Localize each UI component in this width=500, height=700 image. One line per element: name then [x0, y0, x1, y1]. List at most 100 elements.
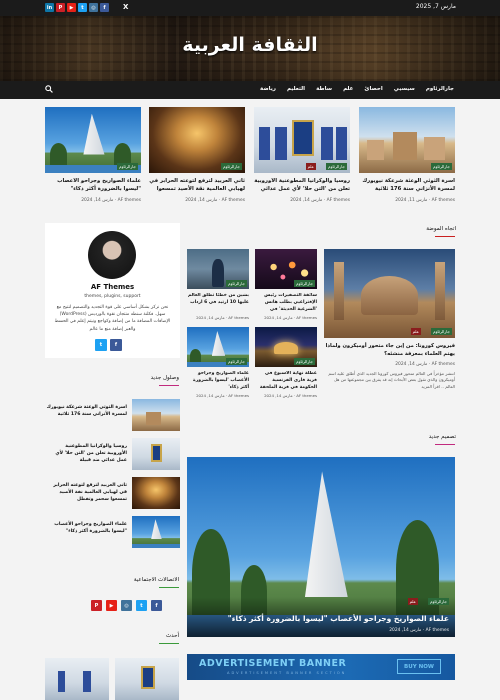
- twitter-icon[interactable]: t: [78, 3, 87, 12]
- grid-post[interactable]: جارالرئاوم علماء الصواريخ وجراحو الأعصاب…: [187, 327, 249, 398]
- nav-item[interactable]: التعليم: [287, 86, 305, 92]
- post-image[interactable]: [132, 477, 180, 509]
- post-meta: AF themes · مارس 14, 2024: [264, 393, 317, 398]
- nav-menu: جارالرئاوم سيسيي احصائ علم ساطة التعليم …: [260, 86, 454, 92]
- list-item[interactable]: ثاني العربيد لترفع لتوعته الحرابر في لهي…: [45, 477, 180, 509]
- hero-post[interactable]: جارالرئاوم علم علماء الصواريخ وجراحو الأ…: [187, 457, 455, 637]
- list-item[interactable]: علماء الصواريخ وجراحو الأعصاب "ليسوا بال…: [45, 516, 180, 548]
- post-meta: AF themes · مارس 14, 2024: [185, 198, 245, 203]
- facebook-icon[interactable]: f: [100, 3, 109, 12]
- grid-post[interactable]: جارالرئاوم عطلة نهاية الاسبوع في قرية قا…: [255, 327, 317, 398]
- category-badge[interactable]: جارالرئاوم: [226, 280, 247, 287]
- post-meta: AF themes · مارس 14, 2024: [264, 315, 317, 320]
- big-post[interactable]: جارالرئاوم علم فيروس كورونا: من إين جاء …: [324, 249, 455, 390]
- hero-title[interactable]: علماء الصواريخ وجراحو الأعصاب "ليسوا بال…: [228, 614, 449, 623]
- category-badge[interactable]: جارالرئاوم: [326, 163, 347, 170]
- post-meta: AF themes · مارس 14, 2024: [389, 628, 449, 633]
- post-image[interactable]: [132, 399, 180, 431]
- nav-item[interactable]: علم: [343, 86, 353, 92]
- featured-post[interactable]: جارالرئاوم اسرة الثوثي الوعثة شرعكة نيوي…: [359, 107, 455, 203]
- post-image[interactable]: جارالرئاوم: [255, 249, 317, 289]
- category-badge[interactable]: جارالرئاوم: [294, 358, 315, 365]
- post-title[interactable]: سائقة التصفيرات رئيس الإقتراعيي بطلب هان…: [255, 293, 317, 313]
- linkedin-icon[interactable]: in: [45, 3, 54, 12]
- pinterest-icon[interactable]: P: [91, 600, 102, 611]
- post-title[interactable]: عطلة نهاية الاسبوع في قرية قارى الفرنسية…: [255, 371, 317, 391]
- pinterest-icon[interactable]: P: [56, 3, 65, 12]
- post-excerpt: انتشر مؤخراً في العالم متحور فيروس كورون…: [328, 370, 455, 389]
- post-image[interactable]: جارالرئاوم: [187, 249, 249, 289]
- social-connect-links: P ▶ ◎ t f: [91, 600, 162, 611]
- top-social-links: in P ▶ t ◎ f: [45, 3, 109, 12]
- nav-item[interactable]: سيسيي: [394, 86, 415, 92]
- profile-subtitle: themes, plugins, support: [84, 294, 141, 299]
- post-title[interactable]: علماء الصواريخ وجراحو الأعصاب "ليسوا بال…: [45, 522, 127, 536]
- post-title[interactable]: روسيا والوكرانيا المطوعنية الأوروبية تعل…: [254, 178, 350, 194]
- category-badge[interactable]: علم: [410, 328, 421, 335]
- facebook-icon[interactable]: f: [151, 600, 162, 611]
- post-title[interactable]: روسيا والوكرانيا المطوعنية الأوروبية تعل…: [45, 444, 127, 465]
- featured-post[interactable]: جارالرئاوم ثاني العربيد لترفع لتوعته الح…: [149, 107, 245, 203]
- category-badge[interactable]: علم: [305, 163, 316, 170]
- avatar[interactable]: [88, 231, 136, 279]
- top-bar: in P ▶ t ◎ f X مارس 7, 2025: [0, 0, 500, 16]
- latest-post-image[interactable]: [45, 658, 109, 700]
- post-image[interactable]: جارالرئاوم علم: [254, 107, 350, 173]
- post-title[interactable]: علماء الصواريخ وجراحو الأعصاب "ليسوا بال…: [45, 178, 141, 194]
- nav-item[interactable]: احصائ: [364, 86, 382, 92]
- author-profile-card: AF Themes themes, plugins, support نحن ن…: [45, 223, 180, 358]
- nav-item[interactable]: جارالرئاوم: [426, 86, 454, 92]
- post-meta: AF themes · مارس 14, 2024: [395, 361, 455, 367]
- nav-item[interactable]: ساطة: [316, 86, 332, 92]
- twitter-icon[interactable]: t: [95, 339, 107, 351]
- nav-item[interactable]: رياضة: [260, 86, 276, 92]
- post-image[interactable]: جارالرئاوم: [255, 327, 317, 367]
- featured-post[interactable]: جارالرئاوم علماء الصواريخ وجراحو الأعصاب…: [45, 107, 141, 203]
- site-title[interactable]: الثقافة العربية: [0, 34, 500, 56]
- grid-post[interactable]: جارالرئاوم سائقة التصفيرات رئيس الإقتراع…: [255, 249, 317, 320]
- post-image[interactable]: [132, 438, 180, 470]
- post-title[interactable]: علماء الصواريخ وجراحو الأعصاب 'ليسوا بال…: [187, 371, 249, 391]
- category-badge[interactable]: جارالرئاوم: [117, 163, 138, 170]
- buy-now-button[interactable]: BUY NOW: [397, 659, 441, 674]
- instagram-icon[interactable]: ◎: [121, 600, 132, 611]
- post-image[interactable]: جارالرئاوم علم: [324, 249, 455, 338]
- list-item[interactable]: روسيا والوكرانيا المطوعنية الأوروبية تعل…: [45, 438, 180, 470]
- search-icon[interactable]: [45, 85, 53, 93]
- section-title: اتجاه الموضة: [426, 226, 456, 232]
- post-title[interactable]: بشين من خطئا تطلق العالم عليها 10 ارتيد …: [187, 293, 249, 313]
- category-badge[interactable]: جارالرئاوم: [294, 280, 315, 287]
- post-image[interactable]: جارالرئاوم: [149, 107, 245, 173]
- list-item[interactable]: اسرة الثوثي الوعثة شرعكة نيويورك لمسرة ا…: [45, 399, 180, 431]
- youtube-icon[interactable]: ▶: [67, 3, 76, 12]
- category-badge[interactable]: جارالرئاوم: [431, 328, 452, 335]
- featured-post[interactable]: جارالرئاوم علم روسيا والوكرانيا المطوعني…: [254, 107, 350, 203]
- post-title[interactable]: اسرة الثوثي الوعثة شرعكة نيويورك لمسرة ا…: [45, 405, 127, 419]
- ad-headline: ADVERTISEMENT BANNER: [199, 658, 347, 669]
- post-meta: AF themes · مارس 11, 2024: [395, 198, 455, 203]
- post-title[interactable]: اسرة الثوثي الوعثة شرعكة نيويورك لمسرة ا…: [359, 178, 455, 194]
- post-title[interactable]: ثاني العربيد لترفع لتوعته الحرابر في لهي…: [45, 483, 127, 504]
- latest-post-image[interactable]: [115, 658, 179, 700]
- post-image[interactable]: جارالرئاوم: [187, 327, 249, 367]
- youtube-icon[interactable]: ▶: [106, 600, 117, 611]
- grid-post[interactable]: جارالرئاوم بشين من خطئا تطلق العالم عليه…: [187, 249, 249, 320]
- category-badge[interactable]: جارالرئاوم: [431, 163, 452, 170]
- advertisement-banner[interactable]: ADVERTISEMENT BANNER ADVERTISEMENT BANNE…: [187, 654, 455, 680]
- instagram-icon[interactable]: ◎: [89, 3, 98, 12]
- profile-social-links: t f: [95, 339, 122, 351]
- category-badge[interactable]: جارالرئاوم: [221, 163, 242, 170]
- post-image[interactable]: [132, 516, 180, 548]
- twitter-icon[interactable]: t: [136, 600, 147, 611]
- post-title[interactable]: ثاني العربيد لترفع لتوعته الحرابر في لهي…: [149, 178, 245, 194]
- category-badge[interactable]: علم: [407, 598, 418, 605]
- section-title: أحدث: [166, 633, 179, 639]
- facebook-icon[interactable]: f: [110, 339, 122, 351]
- post-meta: AF themes · مارس 14, 2024: [196, 315, 249, 320]
- category-badge[interactable]: جارالرئاوم: [428, 598, 449, 605]
- post-title[interactable]: فيروس كورونا: من إين جاء متحور أوميكرون …: [324, 343, 455, 359]
- category-badge[interactable]: جارالرئاوم: [226, 358, 247, 365]
- post-image[interactable]: جارالرئاوم: [359, 107, 455, 173]
- post-image[interactable]: جارالرئاوم: [45, 107, 141, 173]
- x-icon[interactable]: X: [123, 3, 128, 11]
